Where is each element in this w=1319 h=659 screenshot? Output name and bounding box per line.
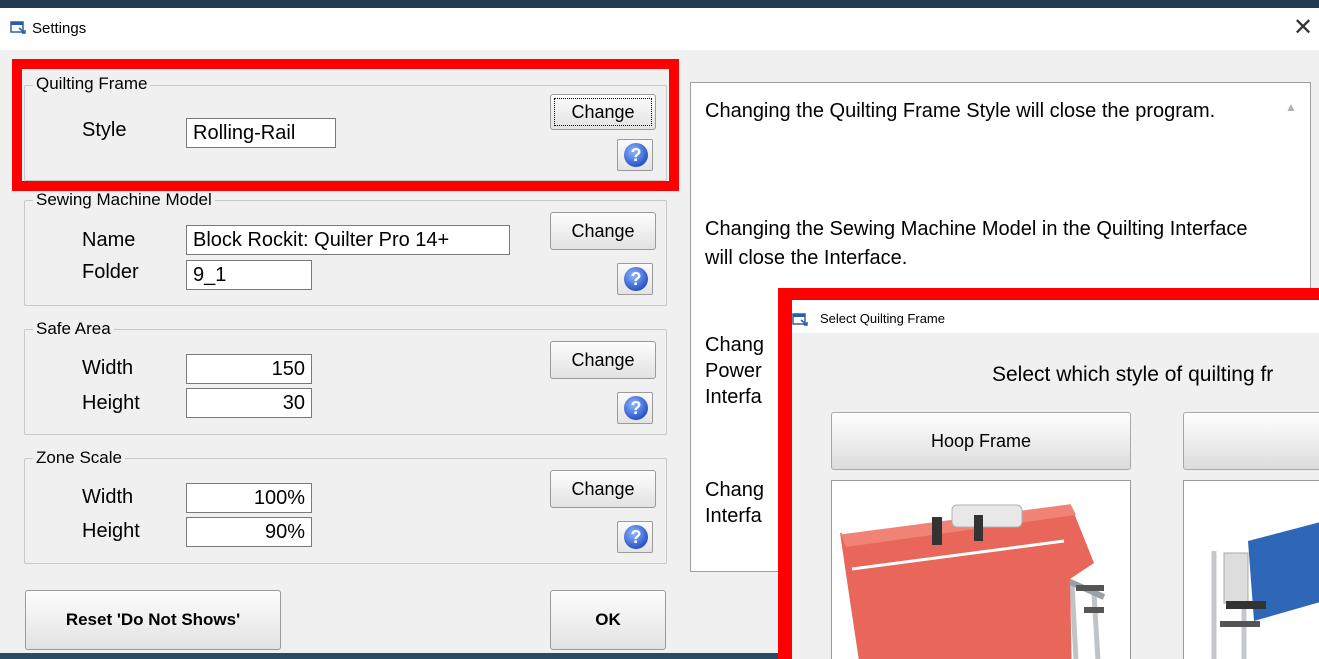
sewing-machine-change-button[interactable]: Change [550, 212, 656, 250]
zone-scale-help-button[interactable]: ? [617, 521, 653, 553]
help-icon: ? [624, 267, 648, 291]
zone-width-field[interactable]: 100% [186, 483, 312, 513]
help-icon: ? [624, 396, 648, 420]
info-para3-line1: Chang [705, 334, 764, 356]
window-icon [10, 21, 26, 34]
info-sewing-machine-text: Changing the Sewing Machine Model in the… [705, 218, 1248, 269]
safe-area-change-button[interactable]: Change [550, 341, 656, 379]
zone-height-label: Height [82, 520, 140, 542]
info-para3-line2: Power [705, 360, 762, 382]
sewing-machine-help-button[interactable]: ? [617, 263, 653, 295]
folder-label: Folder [82, 261, 139, 283]
safe-height-field[interactable]: 30 [186, 388, 312, 418]
safe-width-label: Width [82, 357, 134, 379]
select-quilting-frame-dialog: Select Quilting Frame Select which style… [778, 288, 1319, 659]
safe-width-field[interactable]: 150 [186, 354, 312, 384]
name-label: Name [82, 229, 136, 251]
safe-area-legend: Safe Area [33, 319, 114, 339]
zone-scale-legend: Zone Scale [33, 448, 125, 468]
machine-name-field[interactable]: Block Rockit: Quilter Pro 14+ [186, 225, 510, 255]
safe-height-label: Height [82, 392, 140, 414]
close-icon[interactable]: ✕ [1290, 14, 1316, 40]
zone-width-label: Width [82, 486, 134, 508]
reset-do-not-shows-button[interactable]: Reset 'Do Not Shows' [25, 590, 281, 650]
info-quilting-frame-text: Changing the Quilting Frame Style will c… [705, 100, 1216, 122]
window-title: Settings [32, 20, 87, 37]
title-bar: Settings ✕ [0, 8, 1319, 50]
folder-field[interactable]: 9_1 [186, 260, 312, 290]
select-dialog-highlight [778, 288, 1319, 659]
info-para3-line3: Interfa [705, 386, 762, 408]
sewing-machine-legend: Sewing Machine Model [33, 190, 215, 210]
help-icon: ? [624, 525, 648, 549]
info-para4-line2: Interfa [705, 505, 762, 527]
zone-scale-change-button[interactable]: Change [550, 470, 656, 508]
safe-area-help-button[interactable]: ? [617, 392, 653, 424]
quilting-frame-highlight [12, 59, 679, 191]
scroll-up-arrow-icon[interactable]: ▲ [1283, 100, 1299, 120]
ok-button[interactable]: OK [550, 590, 666, 650]
info-para4-line1: Chang [705, 479, 764, 501]
zone-height-field[interactable]: 90% [186, 517, 312, 547]
